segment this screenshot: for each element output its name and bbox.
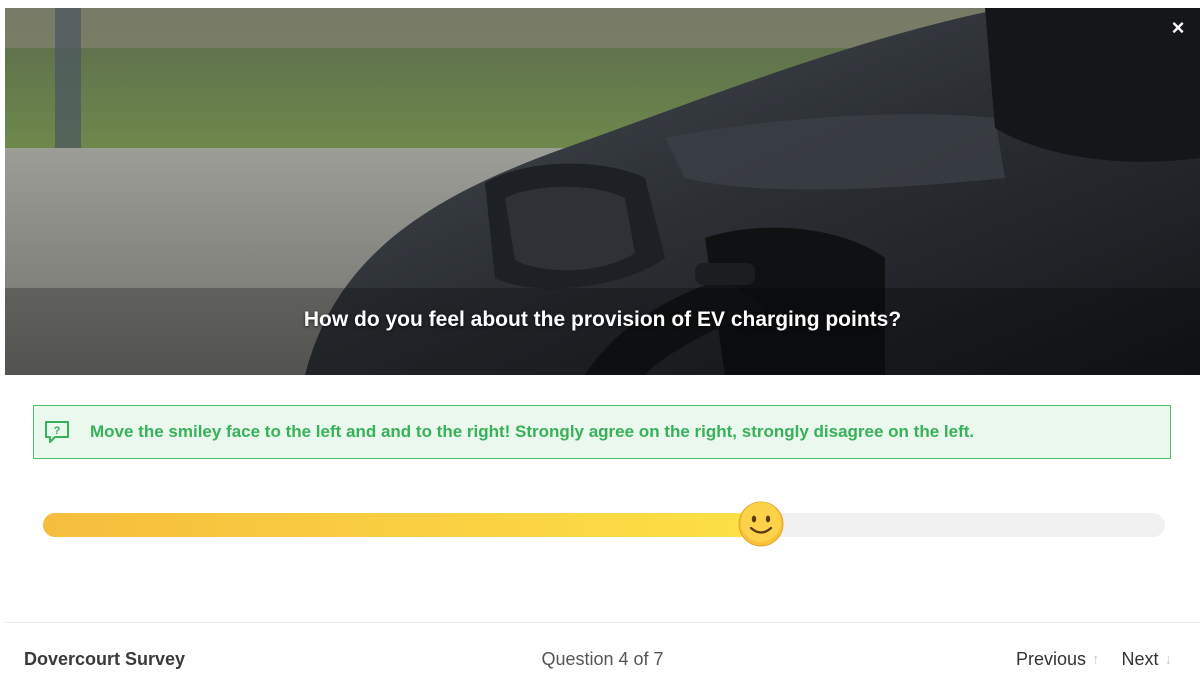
- smiley-face-icon[interactable]: [738, 501, 784, 547]
- hero-image: How do you feel about the provision of E…: [5, 8, 1200, 375]
- close-icon: ×: [1171, 15, 1185, 40]
- close-button[interactable]: ×: [1166, 16, 1190, 40]
- question-title: How do you feel about the provision of E…: [303, 308, 902, 331]
- survey-footer: Dovercourt Survey Question 4 of 7 Previo…: [5, 622, 1200, 683]
- arrow-down-icon: ↓: [1164, 651, 1173, 668]
- previous-button[interactable]: Previous ↑: [1016, 649, 1100, 670]
- next-label: Next: [1121, 649, 1159, 669]
- question-speech-bubble-icon: ?: [44, 420, 70, 444]
- next-button[interactable]: Next ↓: [1121, 649, 1172, 670]
- agreement-slider[interactable]: [43, 501, 1165, 547]
- arrow-up-icon: ↑: [1091, 651, 1100, 668]
- survey-card: How do you feel about the provision of E…: [5, 8, 1200, 682]
- instruction-hint: ? Move the smiley face to the left and a…: [33, 405, 1171, 459]
- svg-text:?: ?: [54, 425, 61, 437]
- slider-fill: [43, 513, 761, 537]
- question-navigation: Previous ↑ Next ↓: [1016, 649, 1172, 670]
- previous-label: Previous: [1015, 649, 1086, 669]
- hint-text: Move the smiley face to the left and and…: [90, 422, 975, 441]
